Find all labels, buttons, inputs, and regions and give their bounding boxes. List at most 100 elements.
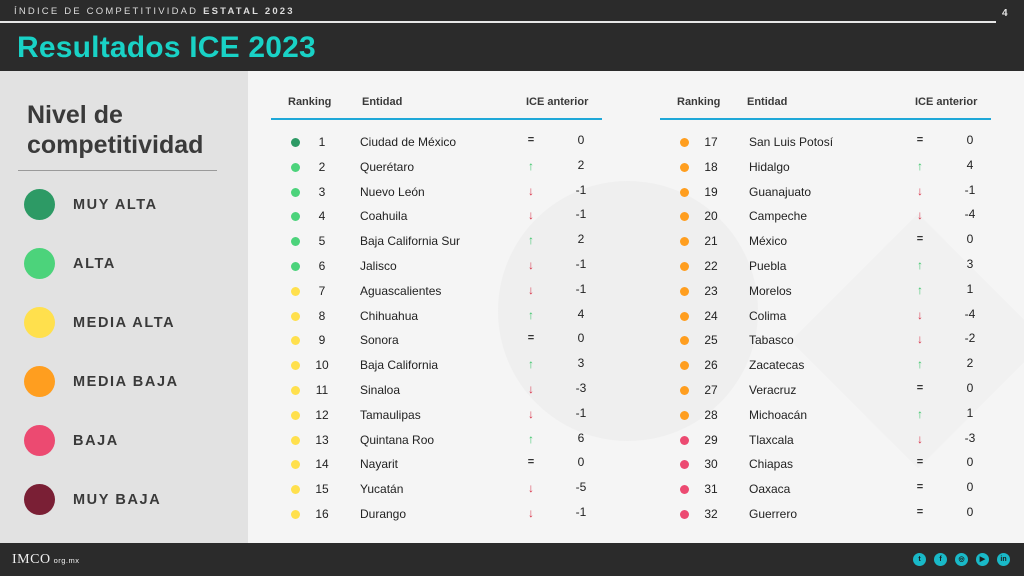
arrow-up-icon: ↑ [917,357,923,372]
level-dot [291,336,300,346]
rank-value: 4 [318,209,326,224]
entity-name: Nuevo León [360,184,425,199]
rank-value: 6 [318,259,326,273]
page-number: 4 [1002,8,1008,19]
table-row: 26 Zacatecas ↑ 2 [660,355,1000,375]
level-dot [291,361,300,371]
rank-value: 21 [704,234,718,249]
legend-divider [18,170,217,171]
rank-change-value: 0 [966,480,974,495]
rank-change-value: 0 [577,455,585,470]
arrow-up-icon: ↑ [917,282,923,297]
left-header-underline [271,118,602,120]
rank-value: 23 [704,283,718,298]
twitter-icon[interactable]: t [913,553,926,566]
arrow-down-icon: ↓ [528,382,534,396]
table-row: 11 Sinaloa ↓ -3 [271,380,611,400]
level-dot [291,286,300,296]
entity-name: Aguascalientes [360,283,442,298]
entity-name: Jalisco [360,259,397,273]
table-row: 32 Guerrero = 0 [660,504,1000,524]
entity-name: San Luis Potosí [749,135,834,149]
equal-icon: = [916,382,924,394]
rank-value: 19 [704,184,718,199]
rank-value: 32 [704,507,718,521]
rank-value: 8 [318,308,326,323]
imco-logo[interactable]: IMCO org.mx [12,552,79,568]
rank-change-value: 0 [966,232,974,247]
entity-name: Campeche [749,209,808,224]
footer-bar [0,543,1024,576]
table-row: 5 Baja California Sur ↑ 2 [271,231,611,251]
rank-change-value: -5 [575,480,587,495]
table-row: 12 Tamaulipas ↓ -1 [271,405,611,425]
rank-value: 24 [704,308,718,323]
level-dot [680,435,689,445]
entity-name: Durango [360,507,407,521]
linkedin-icon[interactable]: in [997,553,1010,566]
equal-icon: = [916,506,924,518]
table-row: 20 Campeche ↓ -4 [660,206,1000,226]
entity-name: Guanajuato [749,184,812,199]
entity-name: Nayarit [360,457,399,472]
arrow-down-icon: ↓ [917,208,923,223]
rank-change-value: 2 [966,356,974,371]
entity-name: Tabasco [749,333,794,348]
rank-change-value: -3 [964,430,976,445]
level-dot [291,386,300,395]
entity-name: Colima [749,308,787,323]
rank-change-value: 1 [966,281,974,296]
entity-name: Tlaxcala [749,432,794,447]
rank-value: 12 [315,407,329,422]
left-header-ice-anterior: ICE anterior [526,96,589,108]
rank-value: 20 [704,209,718,224]
rank-value: 1 [318,135,326,149]
entity-name: Yucatán [360,482,404,497]
table-row: 4 Coahuila ↓ -1 [271,206,611,226]
rank-value: 26 [704,358,718,373]
arrow-up-icon: ↑ [917,258,923,272]
arrow-up-icon: ↑ [528,158,534,173]
level-dot [680,262,689,271]
table-row: 14 Nayarit = 0 [271,454,611,474]
entity-name: Veracruz [749,383,797,397]
level-dot [291,138,300,147]
rank-change-value: -1 [575,405,587,420]
entity-name: Zacatecas [749,358,805,373]
table-row: 25 Tabasco ↓ -2 [660,330,1000,350]
table-row: 31 Oaxaca = 0 [660,479,1000,499]
entity-name: Hidalgo [749,159,790,174]
entity-name: Michoacán [749,407,808,422]
level-dot [680,460,689,470]
rank-value: 31 [704,482,718,497]
facebook-icon[interactable]: f [934,553,947,566]
equal-icon: = [916,481,924,494]
arrow-down-icon: ↓ [917,431,923,446]
rank-change-value: -2 [964,331,976,346]
level-dot [680,311,689,321]
level-dot [291,262,300,271]
level-dot [291,212,300,222]
arrow-down-icon: ↓ [528,258,534,272]
rank-value: 10 [315,358,329,373]
table-row: 19 Guanajuato ↓ -1 [660,182,1000,202]
rank-change-value: -1 [575,257,587,271]
level-dot [680,510,689,519]
rank-change-value: 4 [966,157,974,172]
legend-label: MEDIA ALTA [73,315,176,331]
table-row: 30 Chiapas = 0 [660,454,1000,474]
rank-value: 15 [315,482,329,497]
table-row: 23 Morelos ↑ 1 [660,281,1000,301]
arrow-up-icon: ↑ [528,357,534,372]
rank-change-value: -4 [964,306,976,321]
arrow-up-icon: ↑ [917,158,923,173]
rank-value: 22 [704,259,718,273]
level-dot [291,435,300,445]
youtube-icon[interactable]: ▶ [976,553,989,566]
arrow-up-icon: ↑ [528,307,534,322]
legend-label: MUY BAJA [73,492,162,508]
level-dot [680,138,689,147]
rank-change-value: 6 [577,430,585,445]
instagram-icon[interactable]: ◎ [955,553,968,566]
equal-icon: = [916,233,924,246]
